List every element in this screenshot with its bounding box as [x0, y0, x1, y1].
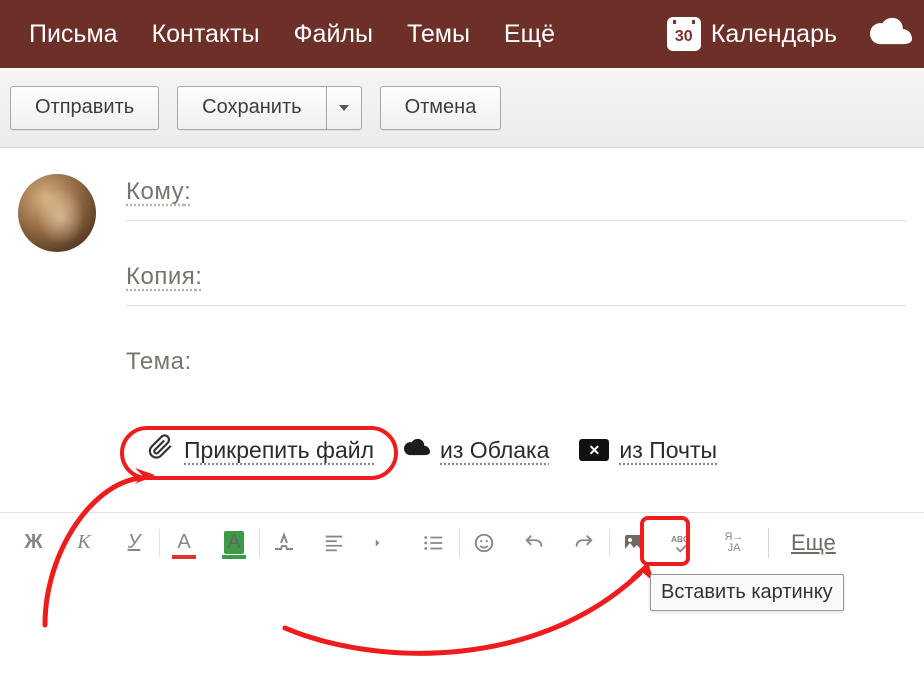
translit-button[interactable]: Я→JA: [712, 521, 756, 565]
nav-calendar[interactable]: Календарь: [709, 20, 854, 49]
compose-area: Кому: Копия: Тема: Прикрепить файл из Об…: [0, 148, 924, 466]
cloud-icon[interactable]: [870, 17, 912, 52]
send-button[interactable]: Отправить: [10, 86, 159, 130]
caret-down-icon: [339, 105, 349, 111]
italic-button[interactable]: К: [62, 521, 106, 565]
nav-themes[interactable]: Темы: [390, 20, 487, 49]
format-toolbar: Ж К У A A ABC Я→JA Еще: [0, 512, 924, 572]
calendar-icon[interactable]: 30: [667, 17, 701, 51]
align-button[interactable]: [312, 521, 356, 565]
to-label[interactable]: Кому:: [126, 178, 191, 205]
highlight-button[interactable]: A: [212, 521, 256, 565]
cancel-button[interactable]: Отмена: [380, 86, 502, 130]
top-nav: Письма Контакты Файлы Темы Ещё 30 Календ…: [0, 0, 924, 68]
undo-button[interactable]: [512, 521, 556, 565]
insert-image-button[interactable]: [612, 521, 656, 565]
attach-cloud-button[interactable]: из Облака: [404, 434, 549, 466]
insert-image-tooltip: Вставить картинку: [650, 574, 844, 611]
spellcheck-button[interactable]: ABC: [662, 521, 706, 565]
cc-field[interactable]: Копия:: [126, 263, 906, 306]
nav-mail[interactable]: Письма: [12, 20, 135, 49]
nav-files[interactable]: Файлы: [277, 20, 390, 49]
emoji-button[interactable]: [462, 521, 506, 565]
annotation-arrow-2: [280, 568, 680, 693]
avatar: [18, 174, 96, 252]
attach-mail-button[interactable]: ✕ из Почты: [579, 437, 717, 464]
underline-button[interactable]: У: [112, 521, 156, 565]
envelope-x-icon: ✕: [579, 439, 609, 461]
save-button[interactable]: Сохранить: [177, 86, 326, 130]
subject-field[interactable]: Тема:: [126, 348, 906, 376]
attach-mail-label: из Почты: [619, 437, 717, 464]
attach-file-button[interactable]: Прикрепить файл: [148, 434, 374, 466]
font-size-button[interactable]: [262, 521, 306, 565]
save-dropdown-button[interactable]: [327, 86, 362, 130]
save-button-group: Сохранить: [177, 86, 361, 130]
svg-text:ABC: ABC: [671, 534, 689, 544]
subject-label: Тема:: [126, 348, 192, 375]
cc-label[interactable]: Копия:: [126, 263, 202, 290]
list-button[interactable]: [412, 521, 456, 565]
text-color-button[interactable]: A: [162, 521, 206, 565]
to-field[interactable]: Кому:: [126, 178, 906, 221]
calendar-day-number: 30: [675, 28, 693, 46]
redo-button[interactable]: [562, 521, 606, 565]
toolbar-more-link[interactable]: Еще: [791, 530, 836, 556]
attach-row: Прикрепить файл из Облака ✕ из Почты: [148, 434, 906, 466]
indent-button[interactable]: [362, 521, 406, 565]
paperclip-icon: [148, 434, 174, 466]
attach-cloud-label: из Облака: [440, 437, 549, 464]
nav-more[interactable]: Ещё: [487, 20, 572, 49]
nav-contacts[interactable]: Контакты: [135, 20, 277, 49]
bold-button[interactable]: Ж: [12, 521, 56, 565]
action-bar: Отправить Сохранить Отмена: [0, 68, 924, 148]
attach-file-label: Прикрепить файл: [184, 437, 374, 464]
cloud-small-icon: [404, 434, 430, 466]
